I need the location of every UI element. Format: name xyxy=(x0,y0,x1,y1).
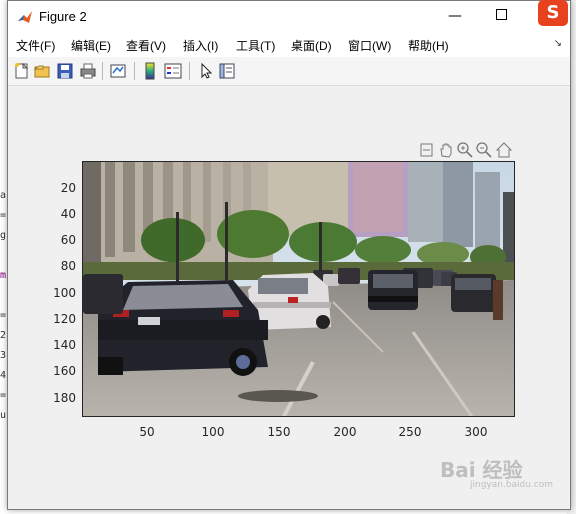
menu-help[interactable]: 帮助(H) xyxy=(408,37,449,54)
y-tick-label: 120 xyxy=(53,312,76,326)
zoom-in-icon[interactable] xyxy=(456,141,474,159)
background-text: m xyxy=(0,270,7,281)
y-tick-label: 80 xyxy=(60,259,76,273)
menu-insert[interactable]: 插入(I) xyxy=(183,37,218,54)
sogou-ime-icon[interactable]: S xyxy=(538,0,568,26)
background-text: = xyxy=(0,390,7,401)
toolbar-separator xyxy=(189,62,190,80)
baidu-watermark-url: jingyan.baidu.com xyxy=(470,480,554,490)
y-tick-label: 60 xyxy=(60,233,76,247)
figure-toolbar xyxy=(8,57,570,86)
background-text: 3 xyxy=(0,350,7,361)
street-scene-image[interactable] xyxy=(82,161,515,417)
background-text: g xyxy=(0,230,7,241)
y-tick-label: 20 xyxy=(60,181,76,195)
brush-icon[interactable] xyxy=(418,141,436,159)
new-figure-icon[interactable] xyxy=(13,62,31,80)
x-tick-label: 100 xyxy=(201,425,225,439)
toolbar-separator xyxy=(134,62,135,80)
insert-legend-icon[interactable] xyxy=(164,62,182,80)
matlab-icon xyxy=(18,11,32,23)
x-tick-label: 250 xyxy=(398,425,422,439)
y-tick-label: 180 xyxy=(53,391,76,405)
open-file-icon[interactable] xyxy=(34,62,52,80)
figure-window: Figure 2 — ✕ 文件(F) 编辑(E) 查看(V) 插入(I) 工具(… xyxy=(7,0,571,510)
insert-colorbar-icon[interactable] xyxy=(141,62,159,80)
y-tick-label: 100 xyxy=(53,286,76,300)
home-icon[interactable] xyxy=(495,141,513,159)
pan-hand-icon[interactable] xyxy=(437,141,455,159)
menu-bar: 文件(F) 编辑(E) 查看(V) 插入(I) 工具(T) 桌面(D) 窗口(W… xyxy=(8,32,570,57)
edit-plot-arrow-icon[interactable] xyxy=(197,62,215,80)
menu-window[interactable]: 窗口(W) xyxy=(348,37,391,54)
zoom-out-icon[interactable] xyxy=(475,141,493,159)
background-text: 4 xyxy=(0,370,7,381)
toolbar-expand-icon[interactable]: ↘ xyxy=(554,38,562,49)
window-title: Figure 2 xyxy=(39,9,87,24)
menu-desktop[interactable]: 桌面(D) xyxy=(291,37,332,54)
minimize-button[interactable]: — xyxy=(432,1,478,32)
y-tick-label: 40 xyxy=(60,207,76,221)
menu-edit[interactable]: 编辑(E) xyxy=(71,37,111,54)
background-text: = xyxy=(0,310,7,321)
baidu-watermark: Bai 经验 xyxy=(440,458,523,482)
print-icon[interactable] xyxy=(79,62,97,80)
toolbar-separator xyxy=(102,62,103,80)
property-inspector-icon[interactable] xyxy=(218,62,236,80)
background-text: 2 xyxy=(0,330,7,341)
background-text: = xyxy=(0,210,7,221)
menu-view[interactable]: 查看(V) xyxy=(126,37,166,54)
maximize-icon xyxy=(495,9,507,20)
background-text: a xyxy=(0,190,7,201)
link-plot-icon[interactable] xyxy=(109,62,127,80)
x-tick-label: 300 xyxy=(464,425,488,439)
background-text: u xyxy=(0,410,7,421)
menu-tools[interactable]: 工具(T) xyxy=(236,37,275,54)
x-tick-label: 150 xyxy=(267,425,291,439)
x-tick-label: 50 xyxy=(139,425,155,439)
title-bar[interactable]: Figure 2 — ✕ xyxy=(8,1,570,32)
image-content xyxy=(83,162,514,416)
x-tick-label: 200 xyxy=(333,425,357,439)
y-tick-label: 140 xyxy=(53,338,76,352)
save-icon[interactable] xyxy=(56,62,74,80)
menu-file[interactable]: 文件(F) xyxy=(16,37,55,54)
maximize-button[interactable] xyxy=(478,1,524,32)
y-tick-label: 160 xyxy=(53,364,76,378)
